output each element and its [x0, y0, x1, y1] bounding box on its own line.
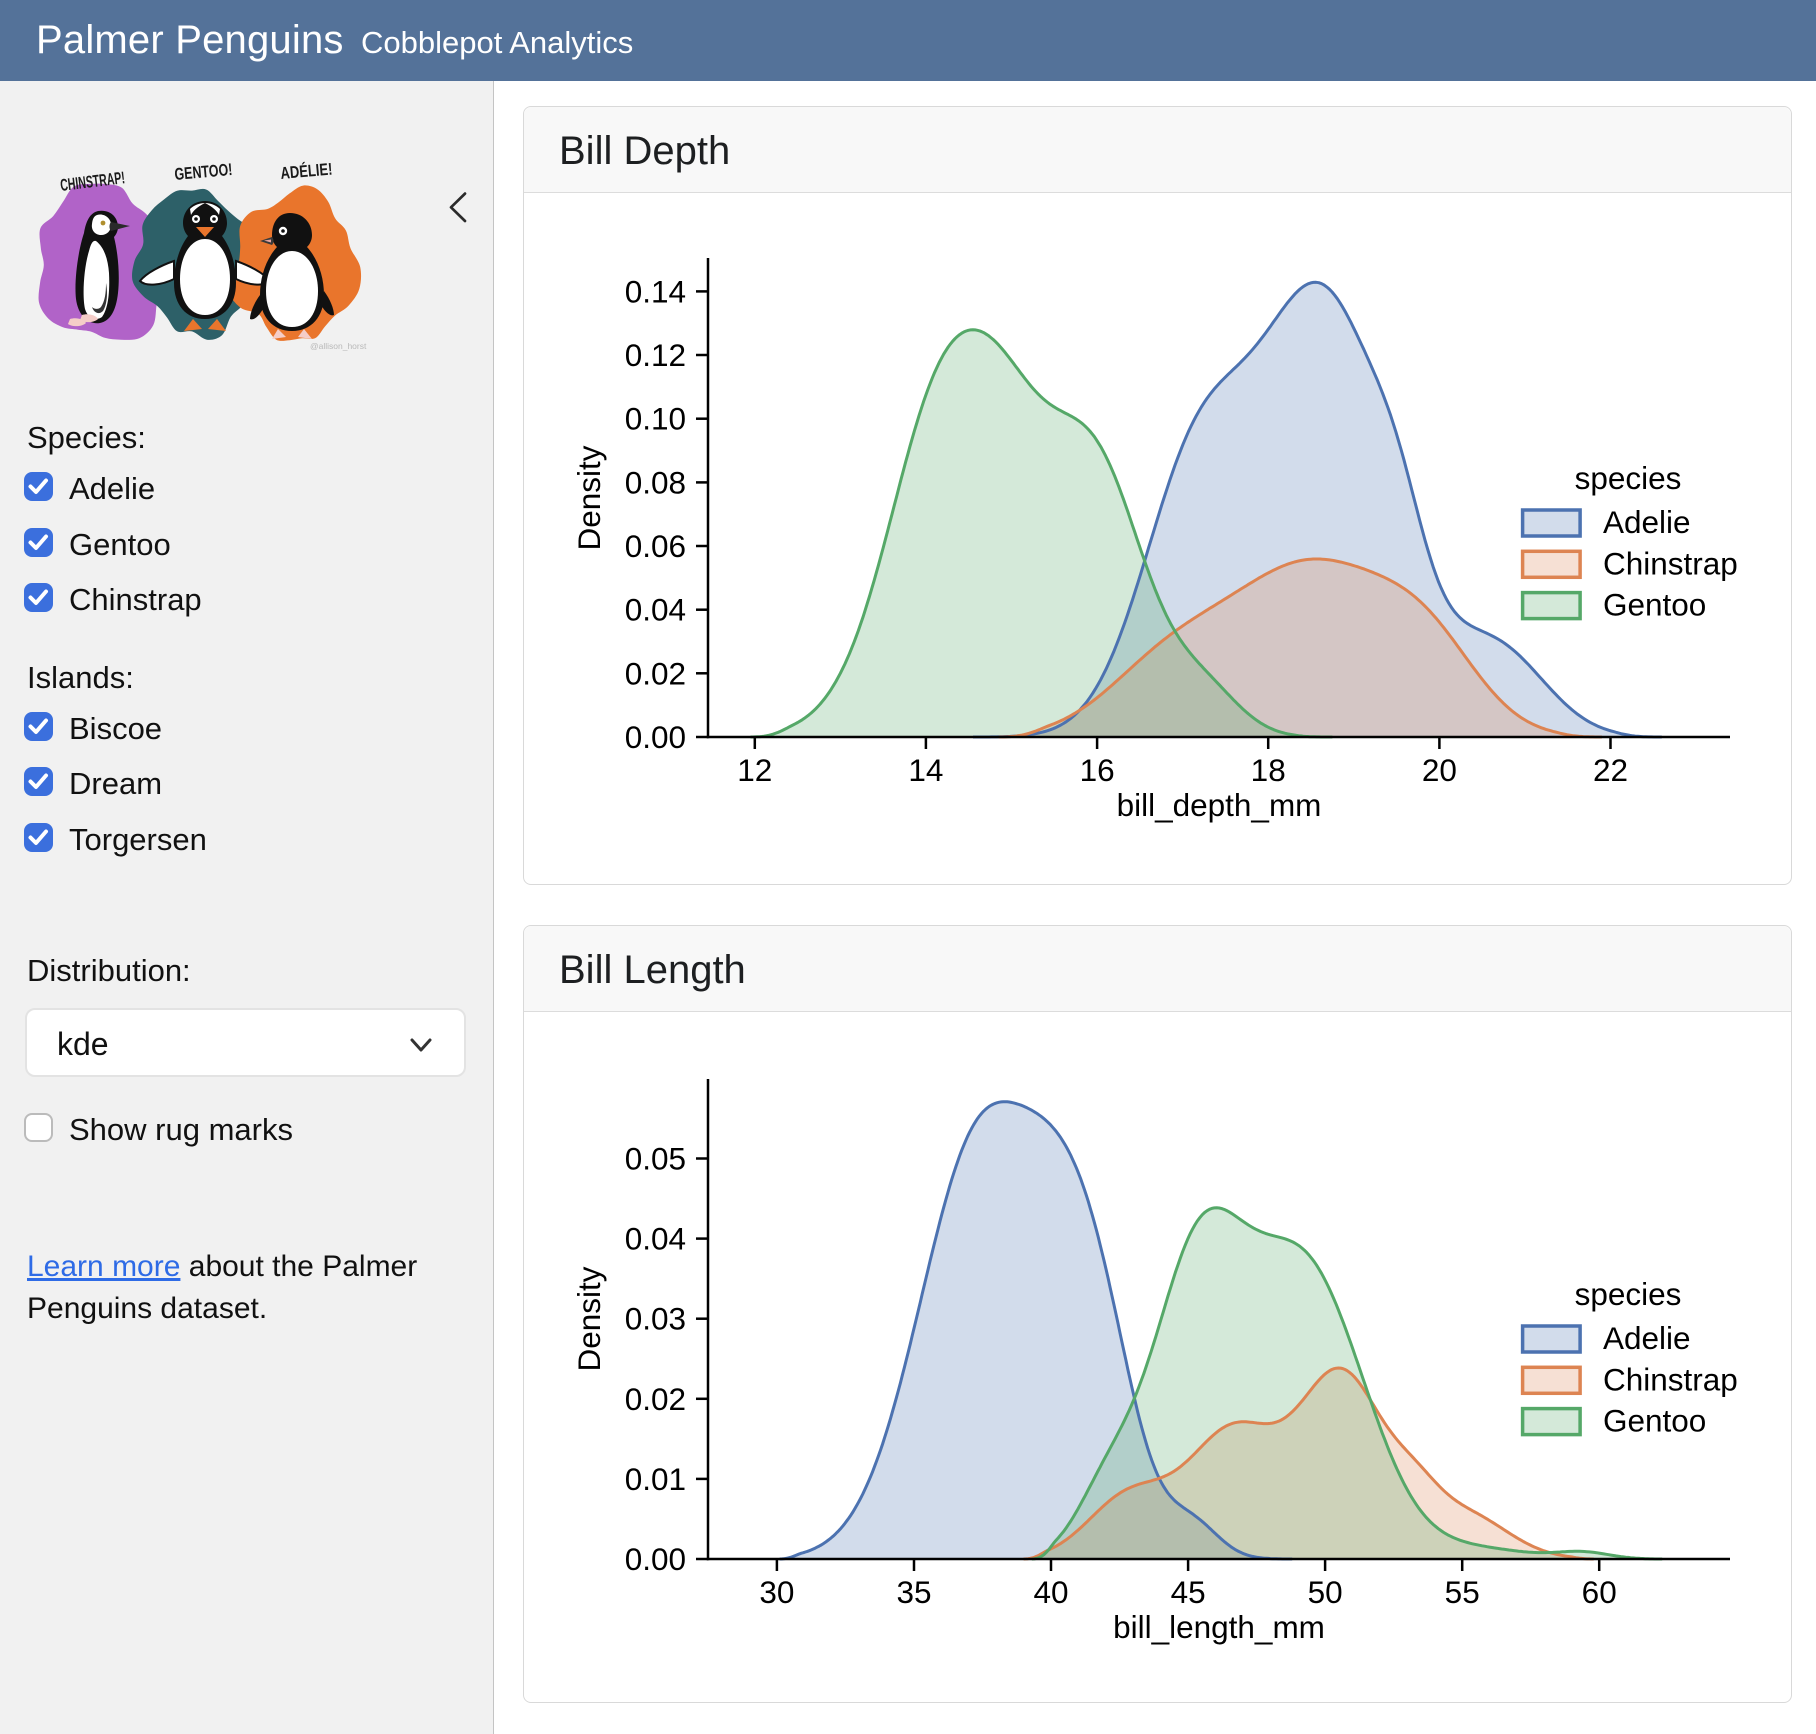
svg-text:60: 60 — [1582, 1574, 1617, 1610]
svg-text:0.00: 0.00 — [625, 1541, 686, 1577]
svg-text:0.14: 0.14 — [625, 273, 686, 309]
svg-text:Density: Density — [571, 445, 607, 550]
svg-text:35: 35 — [896, 1574, 931, 1610]
svg-text:Gentoo: Gentoo — [1603, 587, 1706, 623]
svg-text:16: 16 — [1080, 752, 1115, 788]
svg-text:0.12: 0.12 — [625, 337, 686, 373]
svg-text:22: 22 — [1593, 752, 1628, 788]
svg-text:Adelie: Adelie — [1603, 1320, 1691, 1356]
svg-text:Chinstrap: Chinstrap — [1603, 545, 1738, 581]
svg-text:0.00: 0.00 — [625, 719, 686, 755]
svg-text:18: 18 — [1251, 752, 1286, 788]
svg-text:species: species — [1575, 460, 1682, 496]
svg-text:40: 40 — [1033, 1574, 1068, 1610]
svg-text:bill_depth_mm: bill_depth_mm — [1117, 787, 1322, 823]
svg-text:0.04: 0.04 — [625, 592, 686, 628]
svg-text:55: 55 — [1445, 1574, 1480, 1610]
svg-text:0.01: 0.01 — [625, 1461, 686, 1497]
svg-text:45: 45 — [1171, 1574, 1206, 1610]
svg-text:20: 20 — [1422, 752, 1457, 788]
svg-text:0.08: 0.08 — [625, 464, 686, 500]
svg-text:bill_length_mm: bill_length_mm — [1113, 1609, 1325, 1645]
svg-text:0.04: 0.04 — [625, 1221, 686, 1257]
svg-text:0.10: 0.10 — [625, 401, 686, 437]
svg-text:ADÉLIE!: ADÉLIE! — [280, 160, 333, 183]
svg-text:0.02: 0.02 — [625, 1381, 686, 1417]
svg-text:0.02: 0.02 — [625, 655, 686, 691]
svg-text:14: 14 — [908, 752, 943, 788]
svg-text:species: species — [1575, 1276, 1682, 1312]
svg-text:@allison_horst: @allison_horst — [310, 341, 367, 351]
svg-text:50: 50 — [1308, 1574, 1343, 1610]
svg-text:Gentoo: Gentoo — [1603, 1403, 1706, 1439]
svg-text:0.03: 0.03 — [625, 1301, 686, 1337]
svg-text:Density: Density — [571, 1266, 607, 1371]
svg-text:GENTOO!: GENTOO! — [174, 160, 233, 184]
svg-text:Chinstrap: Chinstrap — [1603, 1361, 1738, 1397]
svg-text:0.06: 0.06 — [625, 528, 686, 564]
svg-text:12: 12 — [737, 752, 772, 788]
svg-text:Adelie: Adelie — [1603, 504, 1691, 540]
svg-text:30: 30 — [759, 1574, 794, 1610]
svg-text:0.05: 0.05 — [625, 1141, 686, 1177]
